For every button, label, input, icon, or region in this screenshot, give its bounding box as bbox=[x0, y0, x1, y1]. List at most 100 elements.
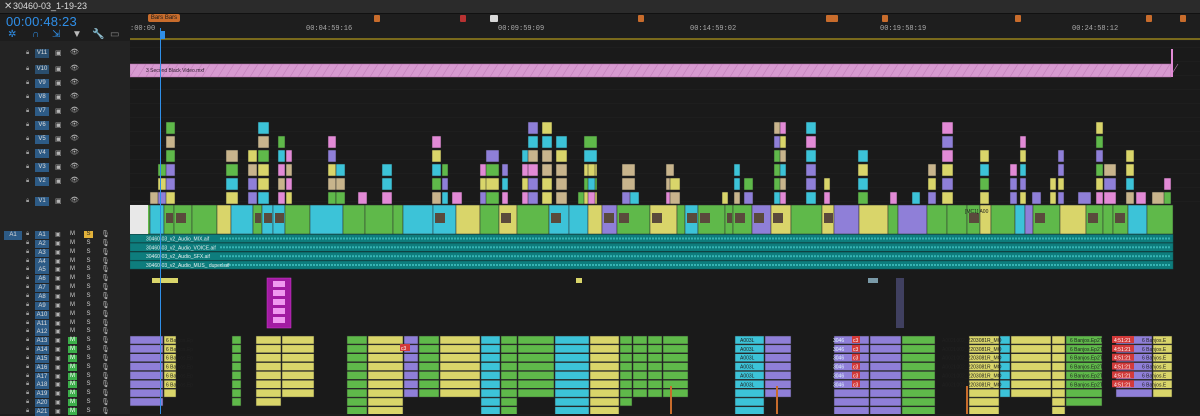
solo-button[interactable]: S bbox=[84, 258, 93, 265]
waveform-segment[interactable] bbox=[253, 264, 255, 266]
waveform-segment[interactable] bbox=[823, 246, 825, 248]
audio-clip[interactable] bbox=[590, 398, 619, 406]
mute-button[interactable]: M bbox=[68, 381, 77, 388]
waveform-segment[interactable] bbox=[520, 264, 522, 266]
waveform-segment[interactable] bbox=[436, 246, 438, 248]
stacked-clip[interactable] bbox=[744, 192, 753, 204]
waveform-segment[interactable] bbox=[409, 264, 411, 266]
waveform-segment[interactable] bbox=[739, 246, 741, 248]
waveform-segment[interactable] bbox=[271, 246, 273, 248]
waveform-segment[interactable] bbox=[700, 238, 702, 240]
waveform-segment[interactable] bbox=[232, 238, 234, 240]
stacked-clip[interactable] bbox=[806, 136, 816, 148]
waveform-segment[interactable] bbox=[628, 238, 630, 240]
waveform-segment[interactable] bbox=[355, 255, 357, 257]
waveform-segment[interactable] bbox=[877, 246, 879, 248]
audio-clip[interactable] bbox=[1011, 380, 1051, 388]
waveform-segment[interactable] bbox=[1015, 238, 1017, 240]
waveform-segment[interactable] bbox=[397, 238, 399, 240]
eye-icon[interactable]: 👁︎ bbox=[70, 92, 79, 100]
audio-clip[interactable] bbox=[440, 363, 480, 371]
waveform-segment[interactable] bbox=[349, 255, 351, 257]
waveform-segment[interactable] bbox=[286, 246, 288, 248]
waveform-segment[interactable] bbox=[301, 238, 303, 240]
waveform-segment[interactable] bbox=[1042, 238, 1044, 240]
waveform-segment[interactable] bbox=[1102, 238, 1104, 240]
stacked-clip[interactable] bbox=[806, 164, 816, 176]
waveform-segment[interactable] bbox=[1072, 238, 1074, 240]
waveform-segment[interactable] bbox=[220, 238, 222, 240]
audio-clip[interactable] bbox=[1066, 389, 1102, 397]
marker-icon[interactable]: ▼ bbox=[72, 29, 82, 41]
waveform-segment[interactable] bbox=[244, 246, 246, 248]
stacked-clip[interactable] bbox=[328, 178, 336, 190]
stacked-clip[interactable] bbox=[1164, 178, 1171, 190]
mic-icon[interactable]: 🎙︎ bbox=[101, 292, 110, 300]
waveform-segment[interactable] bbox=[445, 264, 447, 266]
waveform-segment[interactable] bbox=[235, 255, 237, 257]
lock-icon[interactable]: 🔒︎ bbox=[26, 136, 29, 143]
waveform-segment[interactable] bbox=[640, 264, 642, 266]
sequence-marker[interactable] bbox=[490, 15, 498, 22]
waveform-segment[interactable] bbox=[655, 246, 657, 248]
waveform-segment[interactable] bbox=[685, 246, 687, 248]
audio-clip[interactable] bbox=[590, 336, 619, 344]
waveform-segment[interactable] bbox=[469, 238, 471, 240]
audio-clip[interactable] bbox=[969, 407, 999, 414]
waveform-segment[interactable] bbox=[1159, 264, 1161, 266]
audio-clip[interactable] bbox=[347, 407, 367, 414]
waveform-segment[interactable] bbox=[382, 255, 384, 257]
sync-lock-icon[interactable]: ▣ bbox=[55, 293, 61, 300]
waveform-segment[interactable] bbox=[784, 238, 786, 240]
waveform-segment[interactable] bbox=[313, 255, 315, 257]
waveform-segment[interactable] bbox=[1009, 255, 1011, 257]
solo-button[interactable]: S bbox=[84, 373, 93, 380]
waveform-segment[interactable] bbox=[844, 255, 846, 257]
waveform-segment[interactable] bbox=[535, 238, 537, 240]
waveform-segment[interactable] bbox=[349, 246, 351, 248]
waveform-segment[interactable] bbox=[772, 255, 774, 257]
waveform-segment[interactable] bbox=[874, 238, 876, 240]
waveform-segment[interactable] bbox=[694, 255, 696, 257]
waveform-segment[interactable] bbox=[262, 238, 264, 240]
waveform-segment[interactable] bbox=[913, 255, 915, 257]
mic-icon[interactable]: 🎙︎ bbox=[101, 310, 110, 318]
waveform-segment[interactable] bbox=[625, 246, 627, 248]
mute-button[interactable]: M bbox=[68, 390, 77, 397]
waveform-segment[interactable] bbox=[1039, 238, 1041, 240]
waveform-segment[interactable] bbox=[1132, 238, 1134, 240]
v1-clip[interactable] bbox=[310, 205, 343, 234]
waveform-segment[interactable] bbox=[739, 255, 741, 257]
stacked-clip[interactable] bbox=[1096, 136, 1103, 148]
waveform-segment[interactable] bbox=[418, 255, 420, 257]
stacked-clip[interactable] bbox=[630, 192, 639, 204]
waveform-segment[interactable] bbox=[448, 246, 450, 248]
waveform-segment[interactable] bbox=[529, 238, 531, 240]
v1-clip[interactable] bbox=[150, 205, 164, 234]
stacked-clip[interactable] bbox=[442, 164, 448, 176]
waveform-segment[interactable] bbox=[1114, 264, 1116, 266]
waveform-segment[interactable] bbox=[904, 246, 906, 248]
waveform-segment[interactable] bbox=[472, 264, 474, 266]
lock-icon[interactable]: 🔒︎ bbox=[26, 293, 29, 300]
stacked-clip[interactable] bbox=[382, 178, 392, 190]
stacked-clip[interactable] bbox=[622, 164, 635, 176]
waveform-segment[interactable] bbox=[919, 238, 921, 240]
waveform-segment[interactable] bbox=[457, 255, 459, 257]
mute-button[interactable]: M bbox=[68, 346, 77, 353]
waveform-segment[interactable] bbox=[1123, 264, 1125, 266]
audio-clip[interactable] bbox=[501, 363, 517, 371]
waveform-segment[interactable] bbox=[1126, 255, 1128, 257]
track-name[interactable]: A6 bbox=[35, 275, 49, 283]
clip-label-icon[interactable] bbox=[273, 290, 285, 296]
waveform-segment[interactable] bbox=[946, 255, 948, 257]
waveform-segment[interactable] bbox=[1144, 238, 1146, 240]
waveform-segment[interactable] bbox=[559, 238, 561, 240]
waveform-segment[interactable] bbox=[253, 246, 255, 248]
waveform-segment[interactable] bbox=[859, 246, 861, 248]
waveform-segment[interactable] bbox=[532, 264, 534, 266]
waveform-segment[interactable] bbox=[646, 264, 648, 266]
waveform-segment[interactable] bbox=[262, 246, 264, 248]
waveform-segment[interactable] bbox=[880, 255, 882, 257]
waveform-segment[interactable] bbox=[946, 238, 948, 240]
